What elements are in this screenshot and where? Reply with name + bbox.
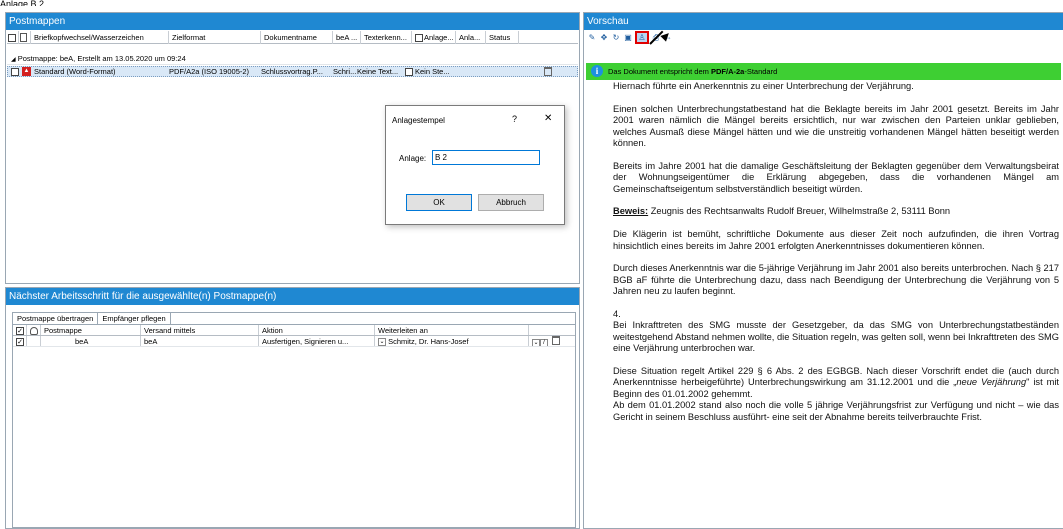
beweis-paragraph: Beweis: Zeugnis des Rechtsanwalts Rudolf…	[613, 206, 1059, 217]
next-step-pane: Nächster Arbeitsschritt für die ausgewäh…	[5, 287, 580, 529]
clipped-stamp-text: Anlage B 2 .........	[0, 0, 70, 6]
weiterleiten-value: Schmitz, Dr. Hans-Josef	[388, 337, 469, 346]
next-step-grid-header: Postmappe Versand mittels Aktion Weiterl…	[13, 325, 575, 336]
tab-postmappe-uebertragen[interactable]: Postmappe übertragen	[13, 313, 99, 324]
col-anlage[interactable]: Anlage...	[412, 30, 456, 44]
anlage-input[interactable]: B 2	[432, 150, 540, 165]
postmappen-grid-header: Briefkopfwechsel/Wasserzeichen Zielforma…	[7, 30, 578, 44]
next-step-tabs: Postmappe übertragen Empfänger pflegen	[13, 313, 575, 325]
row-checkbox[interactable]	[11, 67, 19, 76]
collapse-triangle-icon[interactable]: ◢	[11, 57, 16, 63]
pdfa-conformance-bar: i Das Dokument entspricht dem PDF/A-2a-S…	[586, 63, 1061, 80]
next-step-panel: Postmappe übertragen Empfänger pflegen P…	[12, 312, 576, 528]
document-preview: Hiernach führte ein Anerkenntnis zu eine…	[613, 81, 1059, 434]
row-anlage: Kein Ste...	[415, 66, 450, 76]
row-versand: beA	[141, 336, 259, 346]
postmappe-group-row[interactable]: ◢ Postmappe: beA, Erstellt am 13.05.2020…	[7, 53, 578, 65]
row-docname: Schlussvortrag.P...	[261, 66, 323, 76]
user-icon	[27, 325, 41, 335]
refresh-icon[interactable]: ↻	[611, 33, 621, 43]
paragraph-1: Hiernach führte ein Anerkenntnis zu eine…	[613, 81, 914, 91]
col-dokumentname[interactable]: Dokumentname	[261, 30, 333, 44]
col-bea[interactable]: beA ...	[333, 30, 361, 44]
col-versand[interactable]: Versand mittels	[141, 325, 259, 335]
col-zielformat[interactable]: Zielformat	[169, 30, 261, 44]
edit-icon[interactable]: /	[540, 339, 548, 346]
vorschau-pane: Vorschau ✎ ✥ ↻ ▣ ♙ ⎙ ⇔ i Das Dokument en…	[583, 12, 1063, 529]
vorschau-title: Vorschau	[584, 13, 1063, 30]
col-postmappe[interactable]: Postmappe	[41, 325, 141, 335]
paragraph-3: Bereits im Jahre 2001 hat die damalige G…	[613, 160, 1059, 194]
beweis-text: Zeugnis des Rechtsanwalts Rudolf Breuer,…	[648, 206, 951, 217]
conform-standard: PDF/A-2a	[710, 67, 745, 76]
postmappen-title: Postmappen	[6, 13, 579, 30]
move-icon[interactable]: ✥	[599, 33, 609, 43]
recipient-dropdown-icon[interactable]: ⌄	[532, 339, 540, 346]
paragraph-6: Durch dieses Anerkenntnis war die 5-jähr…	[613, 263, 1059, 297]
col-anla[interactable]: Anla...	[456, 30, 486, 44]
col-aktion[interactable]: Aktion	[259, 325, 375, 335]
help-icon[interactable]: ?	[512, 114, 517, 124]
conform-suffix: -Standard	[744, 67, 778, 76]
dialog-title: Anlagestempel	[392, 116, 445, 125]
col-briefkopf[interactable]: Briefkopfwechsel/Wasserzeichen	[31, 30, 169, 44]
group-label: Postmappe: beA, Erstellt am 13.05.2020 u…	[17, 54, 186, 63]
row-name: Standard (Word-Format)	[34, 66, 116, 76]
paragraph-9: Ab dem 01.01.2002 stand also noch die vo…	[613, 400, 1059, 422]
row-format: PDF/A2a (ISO 19005-2)	[169, 66, 250, 76]
info-icon: i	[591, 65, 603, 77]
aktion-dropdown-icon[interactable]: ⌄	[378, 338, 386, 346]
section-number: 4.	[613, 309, 621, 320]
cancel-button[interactable]: Abbruch	[478, 194, 544, 211]
col-status[interactable]: Status	[486, 30, 519, 44]
close-icon[interactable]: ✕	[544, 113, 552, 124]
paragraph-2: Einen solchen Unterbrechungstatbestand h…	[613, 103, 1059, 149]
p8-italic: neue Verjährung	[956, 377, 1027, 388]
row-actions: ⌄ /	[529, 336, 567, 346]
col-texterkennung[interactable]: Texterkenn...	[361, 30, 412, 44]
paragraph-8: Diese Situation regelt Artikel 229 § 6 A…	[613, 366, 1059, 400]
ok-button[interactable]: OK	[406, 194, 472, 211]
beweis-label: Beweis:	[613, 206, 649, 217]
select-all-checkbox[interactable]	[7, 30, 19, 44]
app-window: Anlage B 2 ......... Postmappen Briefkop…	[0, 0, 1063, 529]
next-step-row[interactable]: beA beA Ausfertigen, Signieren u... ⌄ Sc…	[13, 336, 575, 347]
edit-icon[interactable]: ✎	[587, 33, 597, 43]
stamp-icon[interactable]: ♙	[635, 31, 649, 44]
page-icon[interactable]: ▣	[623, 33, 633, 43]
pdf-icon: ▲	[22, 67, 31, 76]
col-weiterleiten[interactable]: Weiterleiten an	[375, 325, 529, 335]
aktion-value: Ausfertigen, Signieren u...	[262, 337, 349, 346]
row-aktion[interactable]: Ausfertigen, Signieren u...	[259, 336, 375, 346]
tab-empfaenger-pflegen[interactable]: Empfänger pflegen	[98, 313, 171, 324]
document-row[interactable]: ▲ Standard (Word-Format) PDF/A2a (ISO 19…	[7, 66, 578, 77]
anlagestempel-dialog: Anlagestempel ? ✕ Anlage: B 2 OK Abbruch	[385, 105, 565, 225]
trash-icon[interactable]	[552, 336, 561, 345]
row-anlage-checkbox[interactable]	[405, 67, 413, 76]
conform-prefix: Das Dokument entspricht dem	[608, 67, 709, 76]
paragraph-5: Die Klägerin ist bemüht, schriftliche Do…	[613, 229, 1059, 251]
anlage-label: Anlage:	[399, 154, 427, 163]
row-postmappe: beA	[41, 336, 141, 346]
next-step-title: Nächster Arbeitsschritt für die ausgewäh…	[6, 288, 579, 305]
row-weiterleiten[interactable]: ⌄ Schmitz, Dr. Hans-Josef	[375, 336, 529, 346]
trash-icon[interactable]	[544, 67, 552, 76]
document-icon	[19, 30, 31, 44]
paragraph-7: Bei Inkrafttreten des SMG musste der Ges…	[613, 320, 1059, 354]
row-texterkennung: Keine Text...	[357, 66, 399, 76]
row-checkbox[interactable]	[13, 336, 27, 346]
row-spacer	[27, 336, 41, 346]
select-all-checkbox[interactable]	[13, 325, 27, 335]
row-bea: Schri...	[333, 66, 357, 76]
